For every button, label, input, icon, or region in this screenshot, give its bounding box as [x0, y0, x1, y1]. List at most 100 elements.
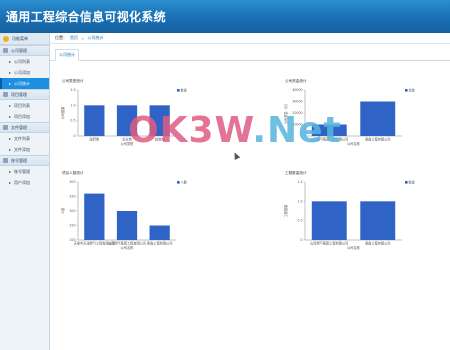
folder-icon — [3, 125, 8, 130]
sidebar-item-company-stats[interactable]: ▸ 公司统计 — [0, 78, 49, 89]
sidebar-item-company-add[interactable]: ▸ 公司添加 — [0, 67, 49, 78]
y-tick-label: 250 — [69, 195, 75, 199]
sidebar-item-file-list[interactable]: ▸ 文件列表 — [0, 133, 49, 144]
sidebar-item-label: 公司列表 — [14, 58, 31, 64]
sidebar-item-file-add[interactable]: ▸ 文件添加 — [0, 144, 49, 155]
sidebar: 功能菜单 公司管理 ▸ 公司列表 ▸ 公司添加 ▸ 公司统计 项目管理 ▸ 项目… — [0, 33, 50, 350]
x-tick-label: 奥鑫工程有限公司 — [147, 241, 173, 246]
y-tick-label: 0.5 — [297, 219, 302, 223]
bullet-icon: ▸ — [9, 169, 12, 174]
chart-svg: 公司类型统计数量 1.5 1.0 0.5 0 公司数量政府类 企业类 其他类公司类型 — [60, 78, 188, 146]
sidebar-item-project-list[interactable]: ▸ 项目列表 — [0, 100, 49, 111]
sidebar-group-file[interactable]: 文件管理 — [0, 122, 49, 133]
bullet-icon: ▸ — [9, 59, 12, 64]
y-tick-label: 1.0 — [297, 199, 302, 203]
tab-company-stats[interactable]: 公司统计 — [55, 49, 79, 61]
legend-swatch — [177, 181, 180, 184]
legend-swatch — [177, 89, 180, 92]
sidebar-item-label: 公司统计 — [14, 80, 31, 86]
y-tick-label: 200 — [69, 209, 75, 213]
chart-title: 公司类型统计 — [62, 78, 84, 83]
sidebar-group-account[interactable]: 账号管理 — [0, 155, 49, 166]
legend-label: 资金 — [409, 87, 416, 92]
chart-svg: 工程数量统计数量 1.5 1.0 0.5 0 工程数量山西燃气集团工程有限公司 奥鑫工程有限… — [283, 170, 416, 250]
legend-label: 人数 — [181, 179, 188, 184]
breadcrumb-separator: > — [81, 35, 85, 41]
chart-title: 工程数量统计 — [285, 170, 307, 175]
x-axis-label: 公司类型 — [121, 141, 135, 146]
sidebar-group-label: 公司管理 — [11, 47, 27, 53]
y-tick-label: 40000 — [292, 88, 302, 92]
bullet-icon: ▸ — [9, 103, 12, 108]
chart-project-count: 工程数量统计 数量 1.5 1.0 0.5 0 工程数量 山西燃气集团工程有限公司 奥鑫工程有限… — [283, 170, 418, 260]
y-tick-label: 0 — [300, 134, 302, 138]
breadcrumb-current: 公司统计 — [87, 35, 104, 40]
menu-icon — [3, 35, 9, 42]
x-axis-label: 公司名称 — [347, 141, 361, 146]
sidebar-item-label: 文件列表 — [14, 135, 31, 141]
bullet-icon: ▸ — [9, 136, 12, 141]
bar — [360, 101, 396, 136]
folder-icon — [3, 92, 8, 97]
bar — [360, 201, 396, 240]
sidebar-home[interactable]: 功能菜单 — [0, 33, 49, 45]
bar — [149, 105, 170, 136]
y-tick-label: 1.5 — [297, 180, 302, 184]
legend-label: 数量 — [409, 179, 416, 184]
y-tick-label: 20000 — [292, 111, 302, 115]
legend-swatch — [405, 181, 408, 184]
chart-title: 公司资金统计 — [285, 78, 307, 83]
sidebar-item-user-add[interactable]: ▸ 用户添加 — [0, 177, 49, 188]
sidebar-item-account-manage[interactable]: ▸ 账号管理 — [0, 166, 49, 177]
sidebar-item-project-add[interactable]: ▸ 项目添加 — [0, 111, 49, 122]
chart-company-funds: 公司资金统计 资金 40000 30000 20000 10000 0 公司资金（元） 山西燃气… — [283, 78, 418, 150]
bar — [84, 105, 105, 136]
sidebar-group-label: 项目管理 — [11, 91, 27, 97]
breadcrumb-label: 位置： — [55, 35, 67, 40]
y-tick-label: 150 — [69, 224, 75, 228]
legend-label: 数量 — [181, 87, 188, 92]
sidebar-group-company[interactable]: 公司管理 — [0, 45, 49, 56]
bullet-icon: ▸ — [9, 147, 12, 152]
bar — [116, 211, 138, 240]
x-axis-label: 公司名称 — [347, 245, 361, 250]
y-tick-label: 300 — [69, 180, 75, 184]
sidebar-item-label: 公司添加 — [14, 69, 31, 75]
x-tick-label: 企业类 — [122, 137, 132, 142]
bar — [149, 225, 170, 240]
chart-svg: 公司资金统计资金 40000 30000 20000 10000 0 公司资金（元） 山西燃气… — [283, 78, 416, 146]
breadcrumb: 位置： 首页 > 公司统计 — [50, 33, 450, 44]
sidebar-group-label: 账号管理 — [11, 157, 27, 163]
app-header: 通用工程综合信息可视化系统 — [0, 0, 450, 33]
sidebar-home-label: 功能菜单 — [12, 35, 28, 41]
legend-swatch — [405, 89, 408, 92]
sidebar-item-label: 项目添加 — [14, 113, 31, 119]
breadcrumb-home-link[interactable]: 首页 — [70, 35, 78, 41]
x-tick-label: 政府类 — [90, 137, 100, 142]
y-axis-label: 公司资金（元） — [283, 102, 288, 124]
y-axis-label: 人数 — [60, 207, 65, 214]
y-tick-label: 10000 — [292, 123, 302, 127]
x-axis-label: 公司名称 — [121, 245, 135, 250]
bullet-icon: ▸ — [9, 81, 12, 86]
y-tick-label: 0 — [300, 238, 302, 242]
sidebar-item-label: 项目列表 — [14, 102, 31, 108]
app-title: 通用工程综合信息可视化系统 — [6, 10, 166, 24]
y-tick-label: 0 — [73, 134, 75, 138]
y-axis-label: 工程数量 — [283, 204, 288, 218]
sidebar-item-company-list[interactable]: ▸ 公司列表 — [0, 56, 49, 67]
bullet-icon: ▸ — [9, 114, 12, 119]
bullet-icon: ▸ — [9, 180, 12, 185]
chart-title: 项目人数统计 — [62, 170, 84, 175]
y-tick-label: 30000 — [292, 100, 302, 104]
bar — [116, 105, 138, 136]
x-tick-label: 其他类 — [155, 137, 165, 142]
x-tick-label: 奥鑫工程有限公司 — [365, 137, 391, 142]
y-axis-label: 公司数量 — [60, 106, 65, 120]
sidebar-group-label: 文件管理 — [11, 124, 27, 130]
x-tick-label: 山西燃气集团工程有限公司 — [108, 241, 146, 246]
x-tick-label: 山西燃气集团工程有限公司 — [310, 241, 348, 246]
sidebar-group-project[interactable]: 项目管理 — [0, 89, 49, 100]
y-tick-label: 1.5 — [70, 88, 75, 92]
bullet-icon: ▸ — [9, 70, 12, 75]
